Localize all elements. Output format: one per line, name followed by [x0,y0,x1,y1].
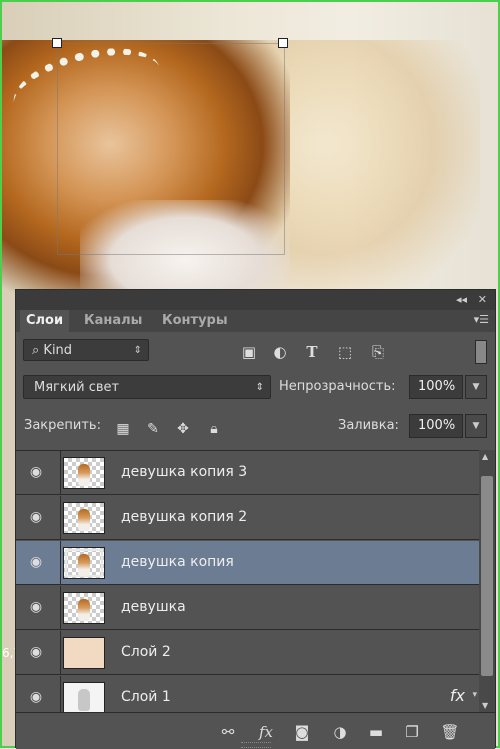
layer-thumbnail [63,502,105,534]
blend-mode-value: Мягкий свет [34,380,120,395]
trash-icon[interactable]: 🗑︎ [440,723,460,741]
tab-layers[interactable]: Слои [20,310,70,332]
opacity-dropdown-button[interactable]: ▼ [465,375,487,399]
fill-input[interactable]: 100% [409,414,463,438]
transform-bounding-box [57,43,285,255]
layers-scrollbar[interactable]: ▲ ▼ [479,450,495,712]
layer-row[interactable]: ◉ Слой 1 fx ▾ [16,676,481,713]
layer-row[interactable]: ◉ девушка копия 2 [16,496,481,540]
close-icon[interactable]: ✕ [478,293,487,306]
filter-kind-select[interactable]: ⌕ Kind ⇕ [23,339,149,361]
layer-row-selected[interactable]: ◉ девушка копия [16,541,481,585]
layer-name[interactable]: девушка копия 2 [121,509,247,525]
opacity-label: Непрозрачность: [279,379,396,394]
shape-filter-icon[interactable]: ⬚ [336,343,354,361]
layer-row[interactable]: ◉ девушка копия 3 [16,451,481,495]
adjustment-icon[interactable]: ◑ [330,723,350,741]
visibility-eye-icon[interactable]: ◉ [26,586,61,630]
tab-channels[interactable]: Каналы [78,310,148,332]
layer-name[interactable]: девушка копия 3 [121,464,247,480]
lock-transparency-icon[interactable]: ▦ [114,420,132,438]
new-layer-icon[interactable]: ❐ [402,723,422,741]
layers-list: ◉ девушка копия 3 ◉ девушка копия 2 ◉ де… [16,450,481,713]
layers-panel: ◂◂ ✕ Слои Каналы Контуры ▾☰ ⌕ Kind ⇕ ▣ ◐ … [15,289,496,749]
tab-paths[interactable]: Контуры [156,310,234,332]
image-filter-icon[interactable]: ▣ [240,343,258,361]
fill-dropdown-button[interactable]: ▼ [465,414,487,438]
scrollbar-thumb[interactable] [481,476,493,676]
smart-object-filter-icon[interactable]: ⎘ [369,343,387,361]
mask-icon[interactable]: ◙ [292,723,312,741]
transform-handle-top-left[interactable] [52,38,62,48]
visibility-eye-icon[interactable]: ◉ [26,496,61,540]
type-filter-icon[interactable]: T [303,343,321,361]
visibility-eye-icon[interactable]: ◉ [26,676,61,713]
scroll-down-icon[interactable]: ▼ [482,701,488,710]
resize-grip[interactable] [241,742,271,748]
adjustment-filter-icon[interactable]: ◐ [271,343,289,361]
layer-thumbnail [63,547,105,579]
select-arrows-icon: ⇕ [255,382,264,393]
folder-icon[interactable]: ▬ [366,723,386,741]
fill-label: Заливка: [338,418,399,433]
transform-handle-top-right[interactable] [278,38,288,48]
layer-thumbnail [63,592,105,624]
layer-thumbnail [63,637,105,669]
panel-tabs: Слои Каналы Контуры ▾☰ [16,310,495,332]
layer-thumbnail [63,457,105,489]
layer-name[interactable]: Слой 2 [121,644,171,660]
fx-icon[interactable]: fx [256,723,276,741]
layer-row[interactable]: ◉ Слой 2 [16,631,481,675]
filter-toggle[interactable] [475,340,487,364]
visibility-eye-icon[interactable]: ◉ [26,541,61,585]
lock-position-icon[interactable]: ✥ [174,420,192,438]
opacity-input[interactable]: 100% [409,375,463,399]
select-arrows-icon: ⇕ [133,345,142,356]
layer-name[interactable]: Слой 1 [121,689,171,705]
double-chevron-icon[interactable]: ◂◂ [456,293,467,306]
lock-row: Закрепить: ▦ ✎ ✥ 🔒︎ Заливка: 100% ▼ [16,412,495,442]
filter-kind-label: Kind [43,343,73,358]
blend-row: Мягкий свет ⇕ Непрозрачность: 100% ▼ [16,374,495,404]
layer-name[interactable]: девушка копия [121,554,234,570]
blend-mode-select[interactable]: Мягкий свет ⇕ [23,375,271,399]
layer-name[interactable]: девушка [121,599,186,615]
layers-bottom-toolbar: ⚯ fx ◙ ◑ ▬ ❐ 🗑︎ [16,712,495,749]
lock-label: Закрепить: [24,418,101,433]
panel-title-bar[interactable]: ◂◂ ✕ [16,290,495,310]
layer-row[interactable]: ◉ девушка [16,586,481,630]
lock-pixels-icon[interactable]: ✎ [144,420,162,438]
panel-menu-icon[interactable]: ▾☰ [474,313,489,326]
layer-effects-badge[interactable]: fx [450,686,465,705]
link-icon[interactable]: ⚯ [218,723,238,741]
effects-toggle-icon[interactable]: ▾ [472,690,477,700]
layer-thumbnail [63,682,105,713]
scroll-up-icon[interactable]: ▲ [482,452,488,461]
visibility-eye-icon[interactable]: ◉ [26,631,61,675]
visibility-eye-icon[interactable]: ◉ [26,451,61,495]
lock-all-icon[interactable]: 🔒︎ [205,420,223,438]
filter-row: ⌕ Kind ⇕ ▣ ◐ T ⬚ ⎘ [16,334,495,370]
